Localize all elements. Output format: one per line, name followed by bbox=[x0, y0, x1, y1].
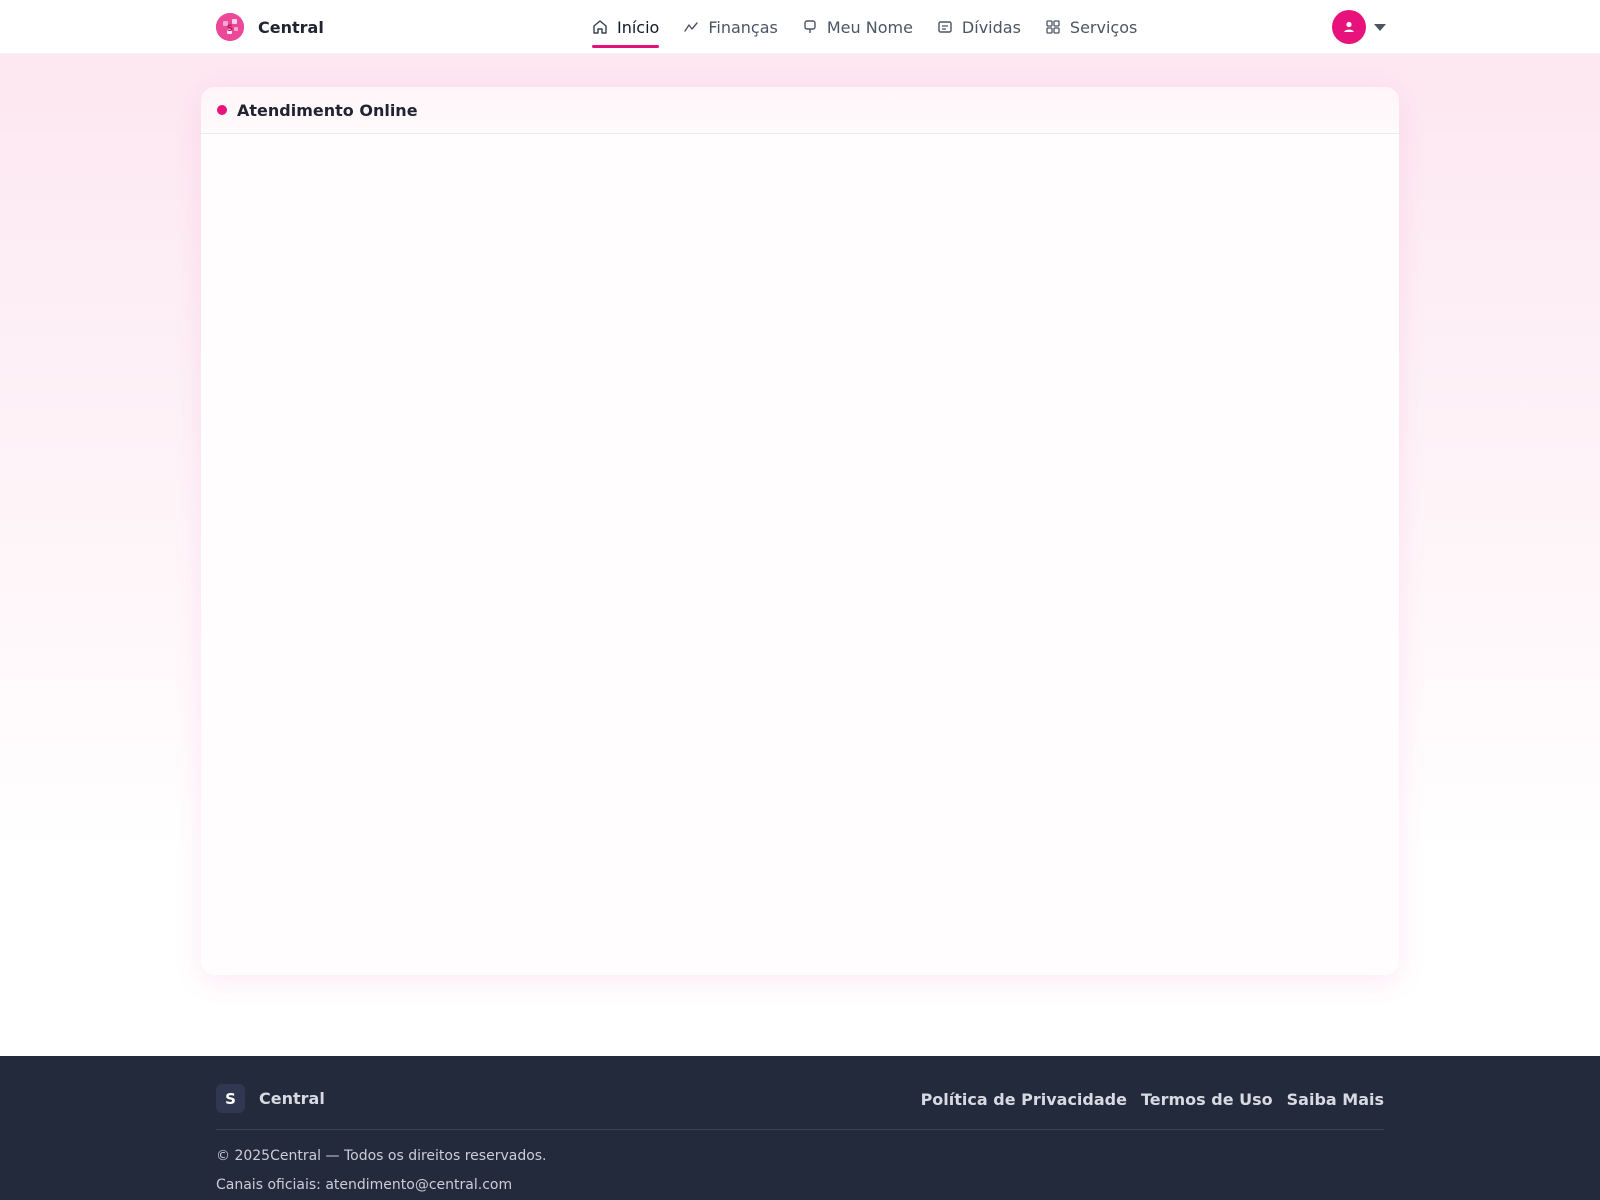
nav-item-servicos[interactable]: Serviços bbox=[1045, 0, 1137, 54]
badge-icon bbox=[804, 20, 816, 33]
footer-logo: S bbox=[216, 1084, 245, 1113]
online-status-dot bbox=[217, 105, 227, 115]
brand[interactable]: S Central bbox=[216, 13, 324, 41]
svg-text:S: S bbox=[227, 24, 233, 34]
card-title: Atendimento Online bbox=[237, 100, 418, 120]
footer-brand-name: Central bbox=[259, 1089, 325, 1108]
chevron-down-icon[interactable] bbox=[1374, 23, 1386, 31]
user-icon bbox=[1344, 21, 1354, 32]
card-header: Atendimento Online bbox=[201, 87, 1399, 134]
footer-contact: Canais oficiais: atendimento@central.com bbox=[216, 1177, 513, 1193]
footer-link-learn-more[interactable]: Saiba Mais bbox=[1287, 1090, 1384, 1109]
footer-copyright: © 2025Central — Todos os direitos reserv… bbox=[216, 1148, 547, 1164]
footer-brand: S Central bbox=[216, 1084, 325, 1113]
nav-item-dividas[interactable]: Dívidas bbox=[937, 0, 1021, 54]
chat-card: Atendimento Online bbox=[201, 87, 1399, 975]
user-menu[interactable] bbox=[1332, 10, 1386, 44]
avatar[interactable] bbox=[1332, 10, 1366, 44]
main-nav: Início Finanças Meu Nome Dívidas Serviço… bbox=[592, 0, 1161, 54]
home-icon bbox=[593, 20, 607, 34]
nav-item-label: Dívidas bbox=[961, 17, 1021, 37]
nav-item-label: Finanças bbox=[708, 17, 778, 37]
nav-item-inicio[interactable]: Início bbox=[592, 0, 660, 54]
grid-icon bbox=[1046, 20, 1060, 34]
brand-logo-icon: S bbox=[216, 13, 244, 41]
footer-links: Política de Privacidade Termos de Uso Sa… bbox=[907, 1090, 1384, 1109]
footer-link-privacy[interactable]: Política de Privacidade bbox=[921, 1090, 1127, 1109]
footer-divider bbox=[216, 1129, 1384, 1130]
footer-link-terms[interactable]: Termos de Uso bbox=[1141, 1090, 1273, 1109]
document-icon bbox=[938, 21, 952, 33]
nav-item-label: Serviços bbox=[1069, 17, 1138, 37]
nav-item-label: Meu Nome bbox=[826, 17, 913, 37]
chat-content-area[interactable] bbox=[201, 134, 1399, 975]
nav-item-meu-nome[interactable]: Meu Nome bbox=[802, 0, 913, 54]
nav-item-financas[interactable]: Finanças bbox=[683, 0, 778, 54]
trend-icon bbox=[684, 22, 699, 32]
nav-item-label: Início bbox=[617, 17, 660, 37]
top-header: S Central Início Finanças Meu Nome Dívid… bbox=[0, 0, 1600, 54]
brand-name: Central bbox=[258, 17, 324, 37]
